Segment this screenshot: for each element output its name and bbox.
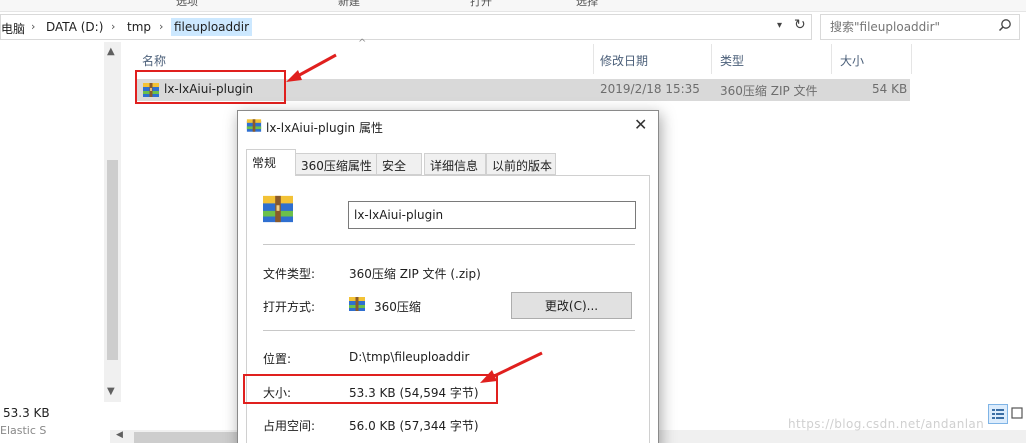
search-input[interactable] [821,15,996,39]
annotation-box-file [135,70,286,104]
file-modified-date: 2019/2/18 15:35 [600,82,700,96]
ribbon-item-select[interactable]: 选择 [576,0,598,9]
breadcrumb-tmp[interactable]: tmp [127,20,151,34]
zip-archive-icon [348,296,366,315]
scroll-up-icon[interactable]: ▲ [107,46,115,57]
ribbon-item-open[interactable]: 打开 [470,0,492,9]
nav-scrollbar-thumb[interactable] [107,160,118,360]
file-type: 360压缩 ZIP 文件 [720,84,818,98]
file-type-value: 360压缩 ZIP 文件 (.zip) [349,267,481,281]
details-view-icon [992,409,1004,419]
watermark: https://blog.csdn.net/andanlan [788,417,985,431]
breadcrumb-drive[interactable]: DATA (D:) [46,20,103,34]
status-size-text: 53.3 KB [3,406,50,420]
breadcrumb-separator-icon[interactable]: › [111,20,115,33]
navigation-pane[interactable] [0,42,104,402]
open-with-value: 360压缩 [374,300,421,314]
ribbon-item-options[interactable]: 选项 [176,0,198,9]
large-icons-view-icon [1011,407,1023,419]
search-icon[interactable] [998,18,1014,36]
file-size: 54 KB [872,82,908,96]
search-box[interactable] [820,14,1020,40]
zip-archive-icon [246,118,262,136]
large-icons-view-button[interactable] [1010,404,1026,424]
column-header-size[interactable]: 大小 [832,44,912,74]
divider [263,244,635,245]
annotation-box-size [243,374,498,404]
breadcrumb-current-folder[interactable]: fileuploaddir [171,18,253,36]
column-header-type[interactable]: 类型 [712,44,832,74]
breadcrumb-this-pc[interactable]: 电脑 [1,20,25,37]
ribbon-strip: 选项 新建 打开 选择 [0,0,1026,12]
size-on-disk-value: 56.0 KB (57,344 字节) [349,419,479,433]
dialog-title: lx-lxAiui-plugin 属性 [266,121,383,135]
breadcrumb-separator-icon[interactable]: › [159,20,163,33]
location-value: D:\tmp\fileuploaddir [349,350,470,364]
tab-previous-versions[interactable]: 以前的版本 [486,153,556,175]
change-button[interactable]: 更改(C)... [511,292,632,319]
refresh-icon[interactable]: ↻ [794,17,806,33]
divider [263,330,635,331]
annotation-arrow-icon [286,53,337,82]
file-name-field[interactable] [348,201,636,229]
file-type-label: 文件类型: [263,267,316,281]
zip-archive-large-icon [261,194,295,227]
close-icon[interactable]: ✕ [634,115,647,134]
tab-security[interactable]: 安全 [376,153,422,175]
location-label: 位置: [263,352,292,366]
address-dropdown-icon[interactable]: ▾ [777,20,782,31]
scroll-down-icon[interactable]: ▼ [107,386,115,397]
tab-360-properties[interactable]: 360压缩属性 [295,153,377,175]
size-on-disk-label: 占用空间: [263,419,316,433]
status-sub-text: Elastic S [0,424,47,437]
ribbon-item-new[interactable]: 新建 [338,0,360,9]
details-view-button[interactable] [988,404,1008,424]
tab-details[interactable]: 详细信息 [424,153,486,175]
address-bar[interactable]: 电脑 › DATA (D:) › tmp › fileuploaddir ▾ ↻ [0,14,812,40]
breadcrumb-separator-icon[interactable]: › [31,20,35,33]
open-with-label: 打开方式: [263,300,316,314]
scroll-left-icon[interactable]: ◀ [116,430,123,440]
column-header-date[interactable]: 修改日期 [592,44,712,74]
tab-general[interactable]: 常规 [246,149,296,176]
annotation-arrow-icon [480,351,543,383]
